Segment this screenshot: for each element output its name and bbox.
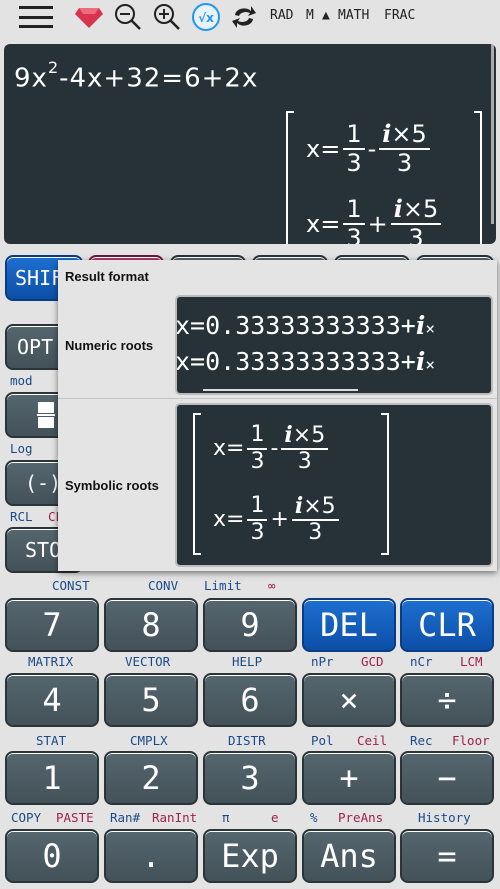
popup-title: Result format xyxy=(65,269,149,284)
key-button[interactable]: 0 xyxy=(5,829,99,883)
key-button[interactable]: − xyxy=(400,751,494,805)
mod-label: mod xyxy=(10,373,33,388)
shift-label: Floor xyxy=(452,733,490,748)
svg-text:√x: √x xyxy=(198,11,214,25)
key-button[interactable]: 3 xyxy=(203,751,297,805)
key-button[interactable]: + xyxy=(302,751,396,805)
root-2: x= 1 3 + i×5 3 xyxy=(306,195,462,244)
key-button[interactable]: 6 xyxy=(203,673,297,727)
shift-label: Pol xyxy=(311,733,334,748)
shift-label: History xyxy=(418,810,471,825)
gem-icon[interactable] xyxy=(74,4,104,30)
display[interactable]: 9x2-4x+32=6+2x x= 1 3- i×5 3 x= 1 3 + i×5 3 xyxy=(4,44,496,244)
key-button[interactable]: . xyxy=(104,829,198,883)
sqrt-x-icon[interactable]: √x xyxy=(191,3,221,31)
key-button[interactable]: × xyxy=(302,673,396,727)
shift-label: COPY xyxy=(11,810,42,825)
symbolic-roots-option[interactable]: Symbolic roots x= 1 3- i×5 3 x= 1 3 + i×5 3 xyxy=(58,400,497,570)
shift-label: DISTR xyxy=(228,733,266,748)
numeric-roots-label: Numeric roots xyxy=(65,338,154,353)
input-mode: MATH xyxy=(338,8,370,23)
shift-label: RanInt xyxy=(152,810,198,825)
toolbar: √x RAD M ▲ MATH FRAC xyxy=(0,0,500,36)
shift-label: Rec xyxy=(410,733,433,748)
result-matrix: x= 1 3- i×5 3 x= 1 3 + i×5 3 xyxy=(286,111,482,244)
numeric-preview: x=0.33333333333+i× x=0.33333333333+i× xyxy=(175,295,493,395)
key-button[interactable]: 4 xyxy=(5,673,99,727)
key-button[interactable]: Ans xyxy=(302,829,396,883)
key-button[interactable]: CLR xyxy=(400,598,494,652)
shift-label: VECTOR xyxy=(125,654,171,669)
shift-label: e xyxy=(271,810,279,825)
key-button[interactable]: 7 xyxy=(5,598,99,652)
memory-indicator: M xyxy=(306,8,314,23)
shift-label: π xyxy=(222,810,230,825)
key-button[interactable]: 8 xyxy=(104,598,198,652)
divider xyxy=(58,398,497,399)
zoom-out-icon[interactable] xyxy=(114,4,142,30)
symbolic-roots-label: Symbolic roots xyxy=(65,478,159,493)
result-format-popup: Result format Numeric roots x=0.33333333… xyxy=(58,260,497,571)
key-button[interactable]: ÷ xyxy=(400,673,494,727)
shift-label: % xyxy=(310,810,318,825)
scrollbar[interactable] xyxy=(491,44,494,224)
numeric-line-2: x=0.33333333333+i× xyxy=(175,347,435,376)
scroll-indicator xyxy=(203,389,358,391)
zoom-in-icon[interactable] xyxy=(153,4,181,30)
shift-label: LCM xyxy=(460,654,483,669)
refresh-icon[interactable] xyxy=(231,4,257,30)
up-indicator: ▲ xyxy=(322,8,330,23)
key-button[interactable]: = xyxy=(400,829,494,883)
shift-label: Ran# xyxy=(110,810,141,825)
log-label: Log xyxy=(10,441,33,456)
shift-label: nCr xyxy=(410,654,433,669)
shift-label: CONV xyxy=(148,578,179,593)
fraction-icon xyxy=(37,402,55,428)
key-button[interactable]: 2 xyxy=(104,751,198,805)
menu-icon[interactable] xyxy=(18,4,54,30)
root-1: x= 1 3- i×5 3 xyxy=(306,120,462,176)
key-button[interactable]: Exp xyxy=(203,829,297,883)
rcl-label: RCL xyxy=(10,509,33,524)
key-button[interactable]: DEL xyxy=(302,598,396,652)
shift-label: GCD xyxy=(361,654,384,669)
angle-mode: RAD xyxy=(270,8,294,23)
output-mode: FRAC xyxy=(384,8,416,23)
shift-label: PASTE xyxy=(56,810,94,825)
symbolic-preview: x= 1 3- i×5 3 x= 1 3 + i×5 3 xyxy=(175,403,493,567)
numeric-line-1: x=0.33333333333+i× xyxy=(175,311,435,340)
expression: 9x2-4x+32=6+2x xyxy=(14,58,259,94)
shift-label: PreAns xyxy=(338,810,384,825)
shift-label: CMPLX xyxy=(130,733,168,748)
shift-label: ∞ xyxy=(268,578,276,593)
key-button[interactable]: 1 xyxy=(5,751,99,805)
shift-label: nPr xyxy=(311,654,334,669)
numeric-roots-option[interactable]: Numeric roots x=0.33333333333+i× x=0.333… xyxy=(58,290,497,398)
key-button[interactable]: 5 xyxy=(104,673,198,727)
shift-label: MATRIX xyxy=(28,654,74,669)
shift-label: STAT xyxy=(36,733,67,748)
shift-label: CONST xyxy=(52,578,90,593)
shift-label: Ceil xyxy=(357,733,388,748)
shift-label: Limit xyxy=(204,578,242,593)
key-button[interactable]: 9 xyxy=(203,598,297,652)
shift-label: HELP xyxy=(232,654,263,669)
